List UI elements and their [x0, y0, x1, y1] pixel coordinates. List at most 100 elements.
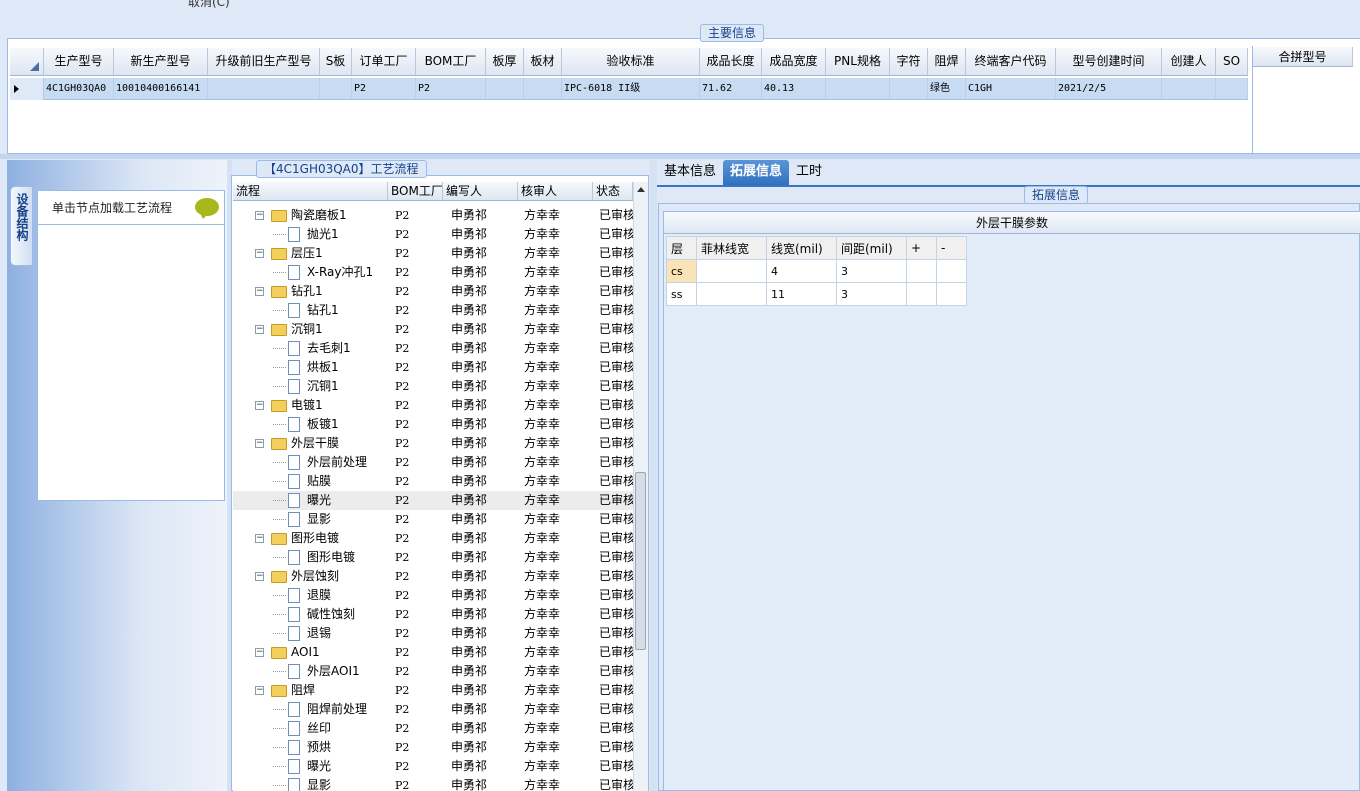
collapse-toggle-icon[interactable]: − [255, 401, 264, 410]
tree-col-header[interactable]: BOM工厂 [388, 182, 443, 200]
main-grid-cell[interactable]: C1GH [966, 78, 1056, 99]
main-grid-cell[interactable]: 4C1GH03QA0 [44, 78, 114, 99]
process-node[interactable]: − 陶瓷磨板1 P2 申勇祁 方幸幸 已审核 [233, 206, 633, 225]
main-grid-cell[interactable]: P2 [352, 78, 416, 99]
param-cell[interactable] [936, 259, 967, 283]
process-node[interactable]: 图形电镀 P2 申勇祁 方幸幸 已审核 [233, 548, 633, 567]
main-grid-cell[interactable]: 绿色 [928, 78, 966, 99]
process-node[interactable]: 贴膜 P2 申勇祁 方幸幸 已审核 [233, 472, 633, 491]
process-node[interactable]: 显影 P2 申勇祁 方幸幸 已审核 [233, 510, 633, 529]
middle-splitter[interactable] [650, 160, 657, 791]
scroll-thumb[interactable] [635, 472, 646, 650]
process-node[interactable]: 曝光 P2 申勇祁 方幸幸 已审核 [233, 757, 633, 776]
process-node[interactable]: − 外层蚀刻 P2 申勇祁 方幸幸 已审核 [233, 567, 633, 586]
param-cell[interactable]: 11 [766, 282, 837, 306]
main-grid-col-header[interactable]: 板厚 [486, 48, 524, 75]
cancel-button-fragment[interactable]: 取消(C) [188, 0, 230, 10]
main-grid-col-header[interactable]: 型号创建时间 [1056, 48, 1162, 75]
main-grid-col-header[interactable]: 成品长度 [700, 48, 762, 75]
collapse-toggle-icon[interactable]: − [255, 534, 264, 543]
main-grid-col-header[interactable]: 阻焊 [928, 48, 966, 75]
main-grid-col-header[interactable]: 终端客户代码 [966, 48, 1056, 75]
main-grid-cell[interactable] [320, 78, 352, 99]
main-grid-cell[interactable] [486, 78, 524, 99]
main-grid-col-header[interactable]: PNL规格 [826, 48, 890, 75]
main-grid-cell[interactable] [1162, 78, 1216, 99]
param-cell[interactable] [906, 282, 937, 306]
collapse-toggle-icon[interactable]: − [255, 439, 264, 448]
main-grid-cell[interactable]: 2021/2/5 [1056, 78, 1162, 99]
horizontal-splitter[interactable] [0, 154, 1360, 159]
process-node[interactable]: − 钻孔1 P2 申勇祁 方幸幸 已审核 [233, 282, 633, 301]
main-grid-cell[interactable] [208, 78, 320, 99]
tree-scrollbar[interactable] [633, 182, 648, 791]
param-cell[interactable]: 3 [836, 259, 907, 283]
param-row[interactable]: cs 4 3 [666, 259, 967, 283]
tab-拓展信息[interactable]: 拓展信息 [723, 160, 790, 186]
collapse-toggle-icon[interactable]: − [255, 249, 264, 258]
process-node[interactable]: 预烘 P2 申勇祁 方幸幸 已审核 [233, 738, 633, 757]
main-grid-cell[interactable]: 40.13 [762, 78, 826, 99]
collapse-toggle-icon[interactable]: − [255, 325, 264, 334]
process-node[interactable]: 丝印 P2 申勇祁 方幸幸 已审核 [233, 719, 633, 738]
process-node[interactable]: 烘板1 P2 申勇祁 方幸幸 已审核 [233, 358, 633, 377]
param-cell[interactable] [936, 282, 967, 306]
tree-col-header[interactable]: 状态 [593, 182, 633, 200]
tree-col-header[interactable]: 核审人 [518, 182, 593, 200]
main-grid-cell[interactable] [890, 78, 928, 99]
process-node[interactable]: 显影 P2 申勇祁 方幸幸 已审核 [233, 776, 633, 791]
param-cell[interactable]: 4 [766, 259, 837, 283]
collapse-toggle-icon[interactable]: − [255, 211, 264, 220]
main-grid-cell[interactable]: 71.62 [700, 78, 762, 99]
main-grid-col-header[interactable]: 字符 [890, 48, 928, 75]
process-node[interactable]: 阻焊前处理 P2 申勇祁 方幸幸 已审核 [233, 700, 633, 719]
main-grid-cell[interactable] [1216, 78, 1248, 99]
main-grid-col-header[interactable]: 生产型号 [44, 48, 114, 75]
process-node[interactable]: − 外层干膜 P2 申勇祁 方幸幸 已审核 [233, 434, 633, 453]
process-node[interactable]: 外层AOI1 P2 申勇祁 方幸幸 已审核 [233, 662, 633, 681]
main-grid-cell[interactable] [826, 78, 890, 99]
main-grid-col-header[interactable]: BOM工厂 [416, 48, 486, 75]
process-node[interactable]: 曝光 P2 申勇祁 方幸幸 已审核 [233, 491, 633, 510]
process-node[interactable]: X-Ray冲孔1 P2 申勇祁 方幸幸 已审核 [233, 263, 633, 282]
main-grid-col-header[interactable]: 板材 [524, 48, 562, 75]
main-grid-col-header[interactable]: 升级前旧生产型号 [208, 48, 320, 75]
collapse-toggle-icon[interactable]: − [255, 686, 264, 695]
collapse-toggle-icon[interactable]: − [255, 287, 264, 296]
main-grid-col-header[interactable]: 创建人 [1162, 48, 1216, 75]
params-table[interactable]: 层菲林线宽 线宽(mil) 间距(mil) + - cs 4 3 ss 11 3 [666, 236, 967, 306]
device-structure-tab[interactable]: 设备结构 [10, 186, 32, 266]
tab-基本信息[interactable]: 基本信息 [657, 160, 723, 186]
process-tree[interactable]: − 陶瓷磨板1 P2 申勇祁 方幸幸 已审核 抛光1 P2 申勇祁 方幸幸 已审核 − 层压1 P2 申勇祁… [233, 201, 633, 791]
process-node[interactable]: 退膜 P2 申勇祁 方幸幸 已审核 [233, 586, 633, 605]
main-grid-col-header[interactable]: 新生产型号 [114, 48, 208, 75]
process-node[interactable]: 外层前处理 P2 申勇祁 方幸幸 已审核 [233, 453, 633, 472]
process-node[interactable]: 抛光1 P2 申勇祁 方幸幸 已审核 [233, 225, 633, 244]
main-grid-col-header[interactable]: 订单工厂 [352, 48, 416, 75]
process-node[interactable]: 沉铜1 P2 申勇祁 方幸幸 已审核 [233, 377, 633, 396]
process-node[interactable]: 钻孔1 P2 申勇祁 方幸幸 已审核 [233, 301, 633, 320]
main-grid-cell[interactable]: P2 [416, 78, 486, 99]
tab-工时[interactable]: 工时 [789, 160, 829, 186]
main-grid-col-header[interactable]: 成品宽度 [762, 48, 826, 75]
param-cell[interactable] [906, 259, 937, 283]
process-node[interactable]: − 电镀1 P2 申勇祁 方幸幸 已审核 [233, 396, 633, 415]
collapse-toggle-icon[interactable]: − [255, 572, 264, 581]
main-grid-cell[interactable]: IPC-6018 II级 [562, 78, 700, 99]
param-cell[interactable]: ss [666, 282, 697, 306]
main-grid-row[interactable]: 4C1GH03QA0 10010400166141 P2 P2 IPC-6018 II级… [44, 78, 1248, 100]
param-row[interactable]: 层菲林线宽 线宽(mil) 间距(mil) + - [666, 236, 967, 260]
tree-col-header[interactable]: 流程 [233, 182, 388, 200]
scroll-up-arrow[interactable] [637, 187, 645, 192]
param-cell[interactable] [696, 259, 767, 283]
tree-col-header[interactable]: 编写人 [443, 182, 518, 200]
param-row[interactable]: ss 11 3 [666, 282, 967, 306]
process-node[interactable]: − 图形电镀 P2 申勇祁 方幸幸 已审核 [233, 529, 633, 548]
process-node[interactable]: 碱性蚀刻 P2 申勇祁 方幸幸 已审核 [233, 605, 633, 624]
process-node[interactable]: − 沉铜1 P2 申勇祁 方幸幸 已审核 [233, 320, 633, 339]
process-node[interactable]: − AOI1 P2 申勇祁 方幸幸 已审核 [233, 643, 633, 662]
main-grid-cell[interactable]: 10010400166141 [114, 78, 208, 99]
main-grid-cell[interactable] [524, 78, 562, 99]
param-cell[interactable]: cs [666, 259, 697, 283]
process-node[interactable]: 去毛刺1 P2 申勇祁 方幸幸 已审核 [233, 339, 633, 358]
